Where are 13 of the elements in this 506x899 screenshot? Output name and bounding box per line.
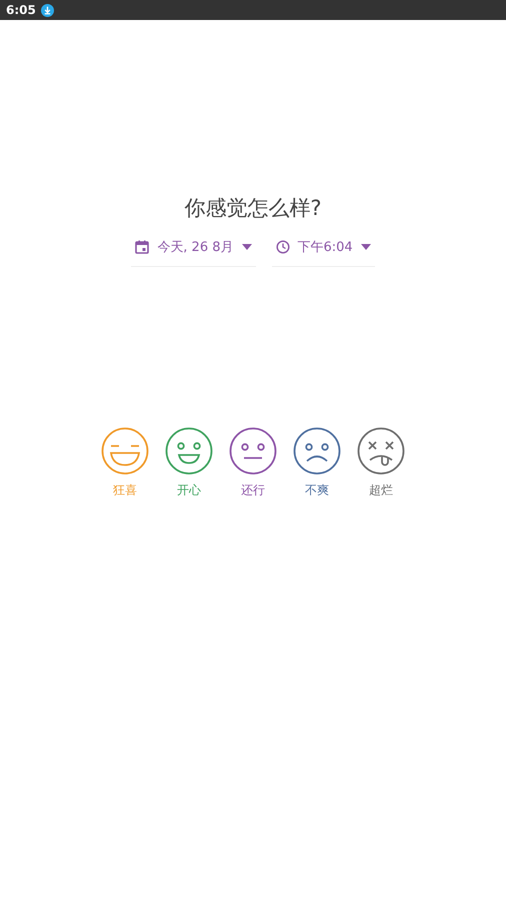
download-icon: [40, 4, 54, 16]
date-picker[interactable]: 今天, 26 8月: [131, 236, 256, 267]
calendar-icon: [135, 240, 150, 254]
mood-meh-button[interactable]: 还行: [229, 427, 277, 499]
mood-bad-button[interactable]: 不爽: [293, 427, 341, 499]
mood-good-button[interactable]: 开心: [165, 427, 213, 499]
dropdown-icon: [242, 244, 252, 250]
clock-icon: [276, 240, 290, 254]
question-title: 你感觉怎么样?: [183, 195, 323, 222]
status-time: 6:05: [6, 3, 36, 17]
time-picker[interactable]: 下午6:04: [272, 236, 375, 267]
mood-awful-button[interactable]: 超烂: [357, 427, 405, 499]
dropdown-icon: [360, 244, 371, 250]
